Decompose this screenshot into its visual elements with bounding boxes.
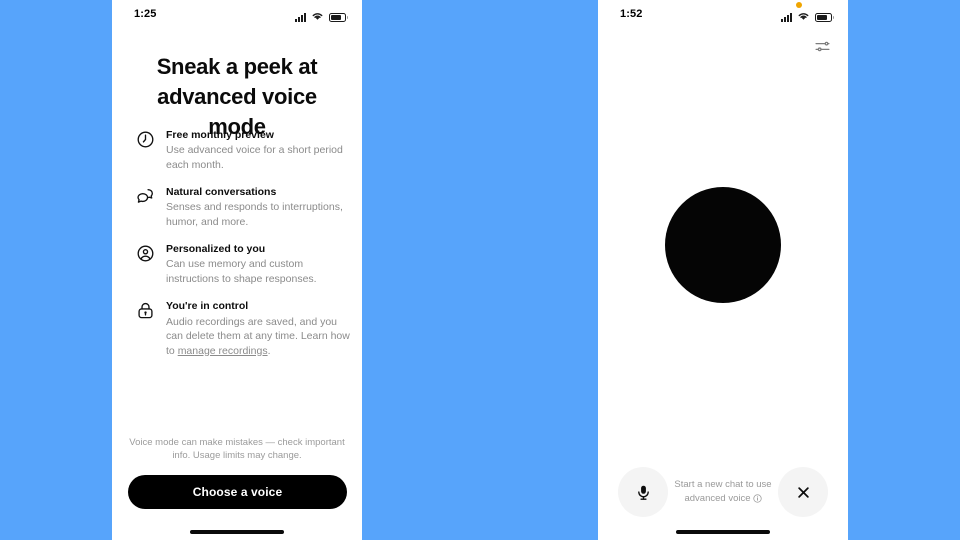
battery-icon [329,12,348,22]
chat-bubbles-icon [136,187,155,206]
feature-item-youre-in-control: You're in control Audio recordings are s… [136,299,350,358]
close-icon [796,485,811,500]
screenshot-stage: 1:25 Sneak a peek at advanced voice mode [0,0,960,540]
feature-title: Natural conversations [166,186,277,199]
status-bar-time: 1:52 [620,8,643,20]
right-status-bar: 1:52 [598,0,848,28]
person-circle-icon [136,244,155,263]
wifi-icon [797,8,810,26]
lock-icon [136,301,155,320]
feature-description: Use advanced voice for a short period ea… [166,144,343,171]
feature-title: You're in control [166,300,249,313]
status-bar-icons [295,8,348,26]
home-indicator [676,530,770,534]
clock-icon [136,130,155,149]
info-icon[interactable] [752,494,762,503]
status-bar-icons [781,8,834,26]
feature-item-personalized-to-you: Personalized to you Can use memory and c… [136,242,350,286]
voice-orb[interactable] [665,187,781,303]
bottom-hint-text: Start a new chat to use advanced voice [668,478,778,506]
feature-item-natural-conversations: Natural conversations Senses and respond… [136,185,350,229]
manage-recordings-link[interactable]: manage recordings [178,345,268,357]
feature-item-free-monthly-preview: Free monthly preview Use advanced voice … [136,128,350,172]
cellular-signal-icon [295,12,306,22]
right-phone-screen: 1:52 Start a new chat to use advanced vo… [598,0,848,540]
microphone-icon [635,484,652,501]
disclaimer-text: Voice mode can make mistakes — check imp… [129,437,345,462]
voice-bottom-bar: Start a new chat to use advanced voice [598,467,848,517]
feature-description: Senses and responds to interruptions, hu… [166,201,343,228]
bottom-hint-line-1: Start a new chat to use [674,479,772,491]
feature-description-tail: . [267,344,271,357]
feature-list: Free monthly preview Use advanced voice … [136,128,350,371]
bottom-hint-line-2: advanced voice [684,493,751,504]
feature-title: Free monthly preview [166,129,274,141]
wifi-icon [311,8,324,26]
feature-description: Can use memory and custom instructions t… [166,258,317,285]
left-phone-screen: 1:25 Sneak a peek at advanced voice mode [112,0,362,540]
choose-a-voice-button[interactable]: Choose a voice [128,475,347,509]
feature-description: Audio recordings are saved, and you can … [166,315,350,358]
feature-title: Personalized to you [166,243,266,256]
left-status-bar: 1:25 [112,0,362,28]
sliders-icon[interactable] [810,34,834,58]
cellular-signal-icon [781,12,792,22]
mic-button[interactable] [618,467,668,517]
status-bar-time: 1:25 [134,8,157,20]
close-button[interactable] [778,467,828,517]
battery-icon [815,12,834,22]
home-indicator [190,530,284,534]
